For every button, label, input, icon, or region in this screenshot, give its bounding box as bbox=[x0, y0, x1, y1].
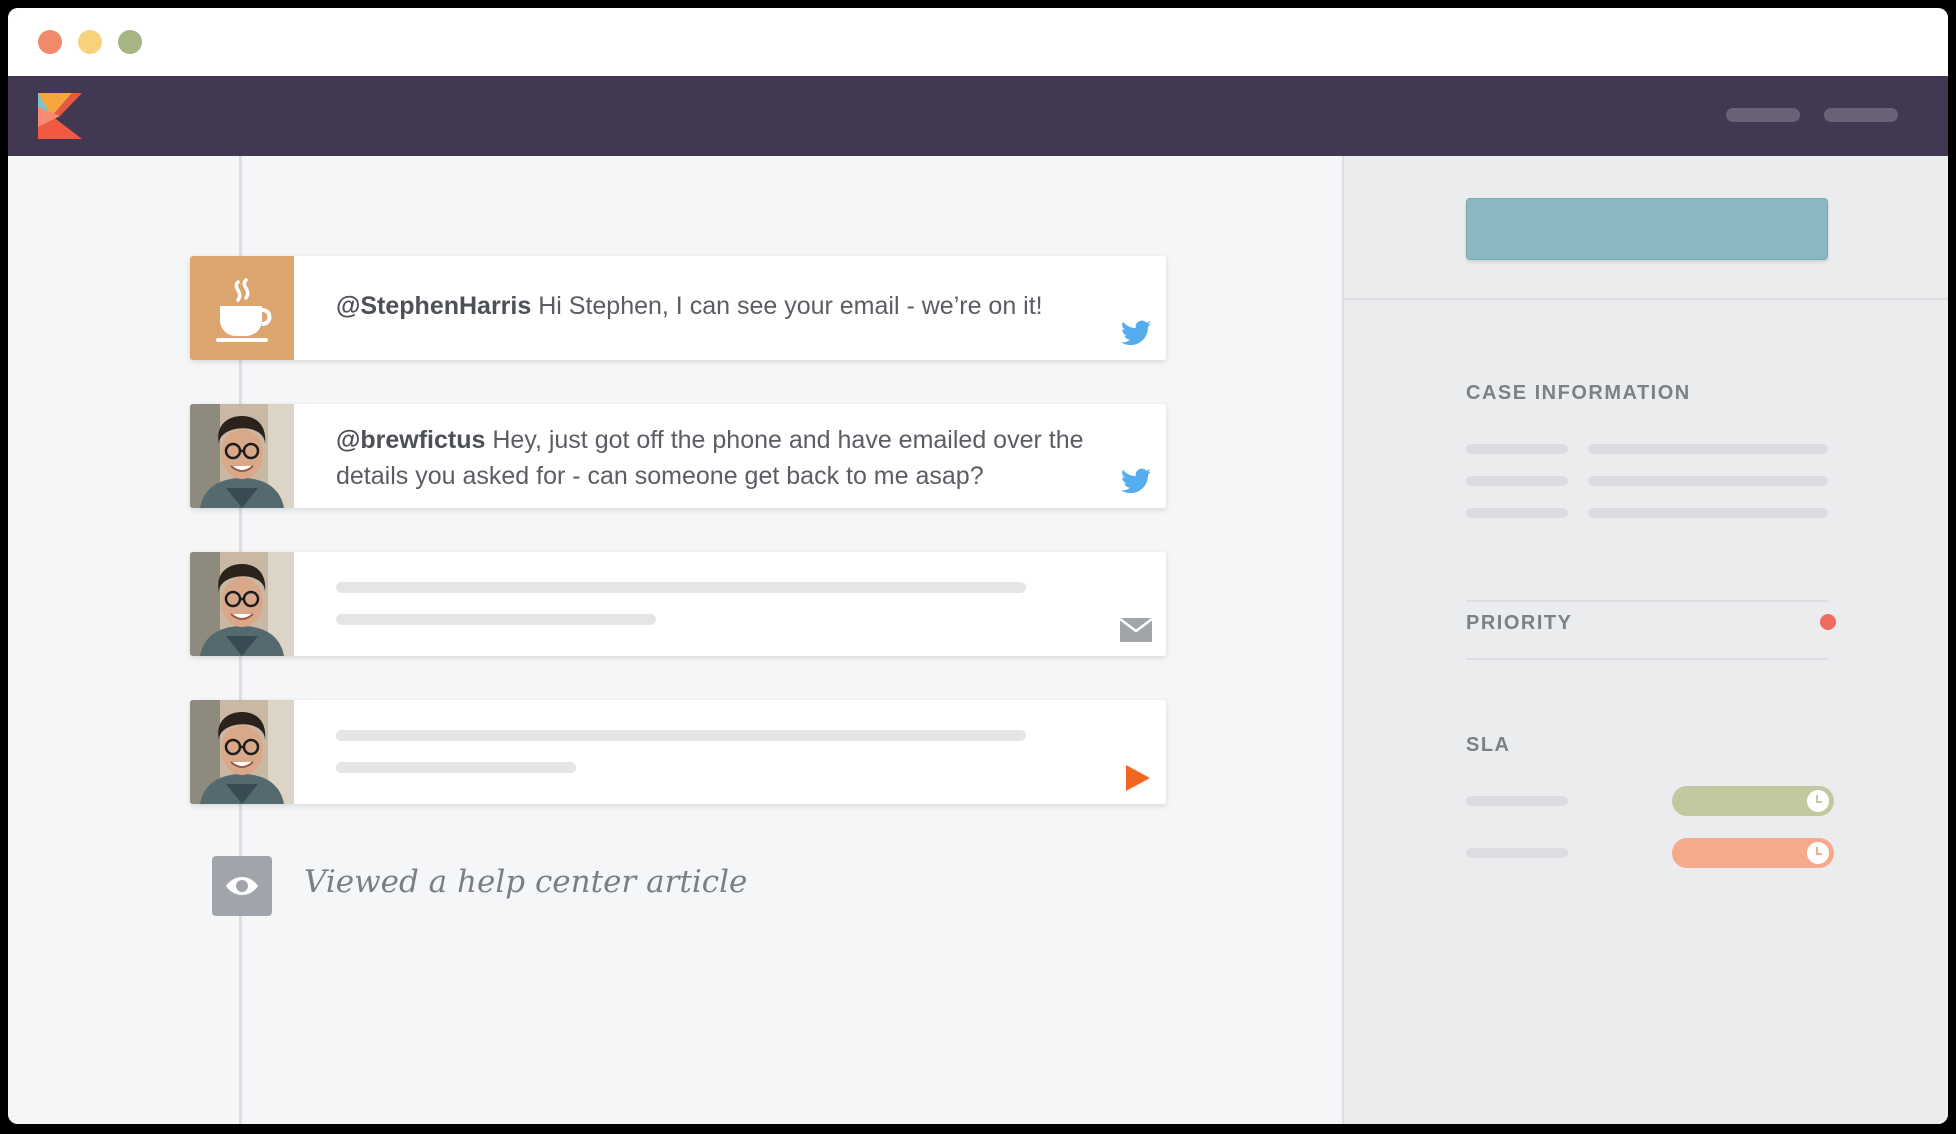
maximize-window-button[interactable] bbox=[118, 30, 142, 54]
case-information-heading: CASE INFORMATION bbox=[1466, 382, 1691, 404]
clock-icon bbox=[1807, 842, 1829, 864]
nav-placeholder-link-2[interactable] bbox=[1824, 108, 1898, 122]
event-text: Viewed a help center article bbox=[304, 864, 748, 900]
customer-avatar bbox=[190, 552, 294, 656]
post-text: Hi Stephen, I can see your email - we’re… bbox=[538, 292, 1043, 320]
clock-icon bbox=[1807, 790, 1829, 812]
post-handle: @StephenHarris bbox=[336, 292, 532, 320]
message-placeholder-line bbox=[336, 582, 1026, 593]
sla-timer-badge bbox=[1672, 838, 1834, 868]
divider bbox=[1466, 600, 1828, 602]
case-field-label bbox=[1466, 444, 1568, 454]
priority-heading[interactable]: PRIORITY bbox=[1466, 612, 1572, 635]
case-field-label bbox=[1466, 508, 1568, 518]
envelope-icon bbox=[1120, 618, 1152, 642]
app-window: @StephenHarris Hi Stephen, I can see you… bbox=[8, 8, 1948, 1124]
sla-heading: SLA bbox=[1466, 734, 1511, 756]
timeline-post[interactable]: @brewfictus Hey, just got off the phone … bbox=[190, 404, 1166, 508]
sla-label bbox=[1466, 848, 1568, 858]
priority-indicator[interactable] bbox=[1820, 614, 1836, 630]
top-navbar bbox=[8, 76, 1948, 156]
eye-icon bbox=[212, 856, 272, 916]
primary-action-button[interactable] bbox=[1466, 198, 1828, 260]
post-message: @StephenHarris Hi Stephen, I can see you… bbox=[336, 288, 1096, 324]
sidebar-actions bbox=[1344, 156, 1948, 300]
customer-avatar bbox=[190, 700, 294, 804]
twitter-icon bbox=[1120, 320, 1151, 346]
twitter-icon bbox=[1120, 468, 1151, 494]
nav-placeholder-link-1[interactable] bbox=[1726, 108, 1800, 122]
minimize-window-button[interactable] bbox=[78, 30, 102, 54]
close-window-button[interactable] bbox=[38, 30, 62, 54]
case-field-value[interactable] bbox=[1588, 476, 1828, 486]
sla-timer-badge bbox=[1672, 786, 1834, 816]
message-placeholder-line bbox=[336, 614, 656, 625]
sla-label bbox=[1466, 796, 1568, 806]
conversation-timeline: @StephenHarris Hi Stephen, I can see you… bbox=[8, 156, 1342, 1124]
kayako-logo-icon[interactable] bbox=[38, 93, 82, 139]
case-field-label bbox=[1466, 476, 1568, 486]
coffee-cup-icon bbox=[190, 256, 294, 360]
post-handle: @brewfictus bbox=[336, 426, 486, 454]
divider bbox=[1466, 658, 1828, 660]
case-sidebar: CASE INFORMATION PRIORITY SLA bbox=[1342, 156, 1948, 1124]
timeline-post[interactable] bbox=[190, 700, 1166, 804]
case-field-value[interactable] bbox=[1588, 444, 1828, 454]
customer-avatar bbox=[190, 404, 294, 508]
post-message: @brewfictus Hey, just got off the phone … bbox=[336, 422, 1096, 494]
play-icon bbox=[1126, 765, 1150, 791]
title-bar bbox=[8, 8, 1948, 76]
case-field-value[interactable] bbox=[1588, 508, 1828, 518]
timeline-post[interactable]: @StephenHarris Hi Stephen, I can see you… bbox=[190, 256, 1166, 360]
timeline-post[interactable] bbox=[190, 552, 1166, 656]
message-placeholder-line bbox=[336, 730, 1026, 741]
message-placeholder-line bbox=[336, 762, 576, 773]
